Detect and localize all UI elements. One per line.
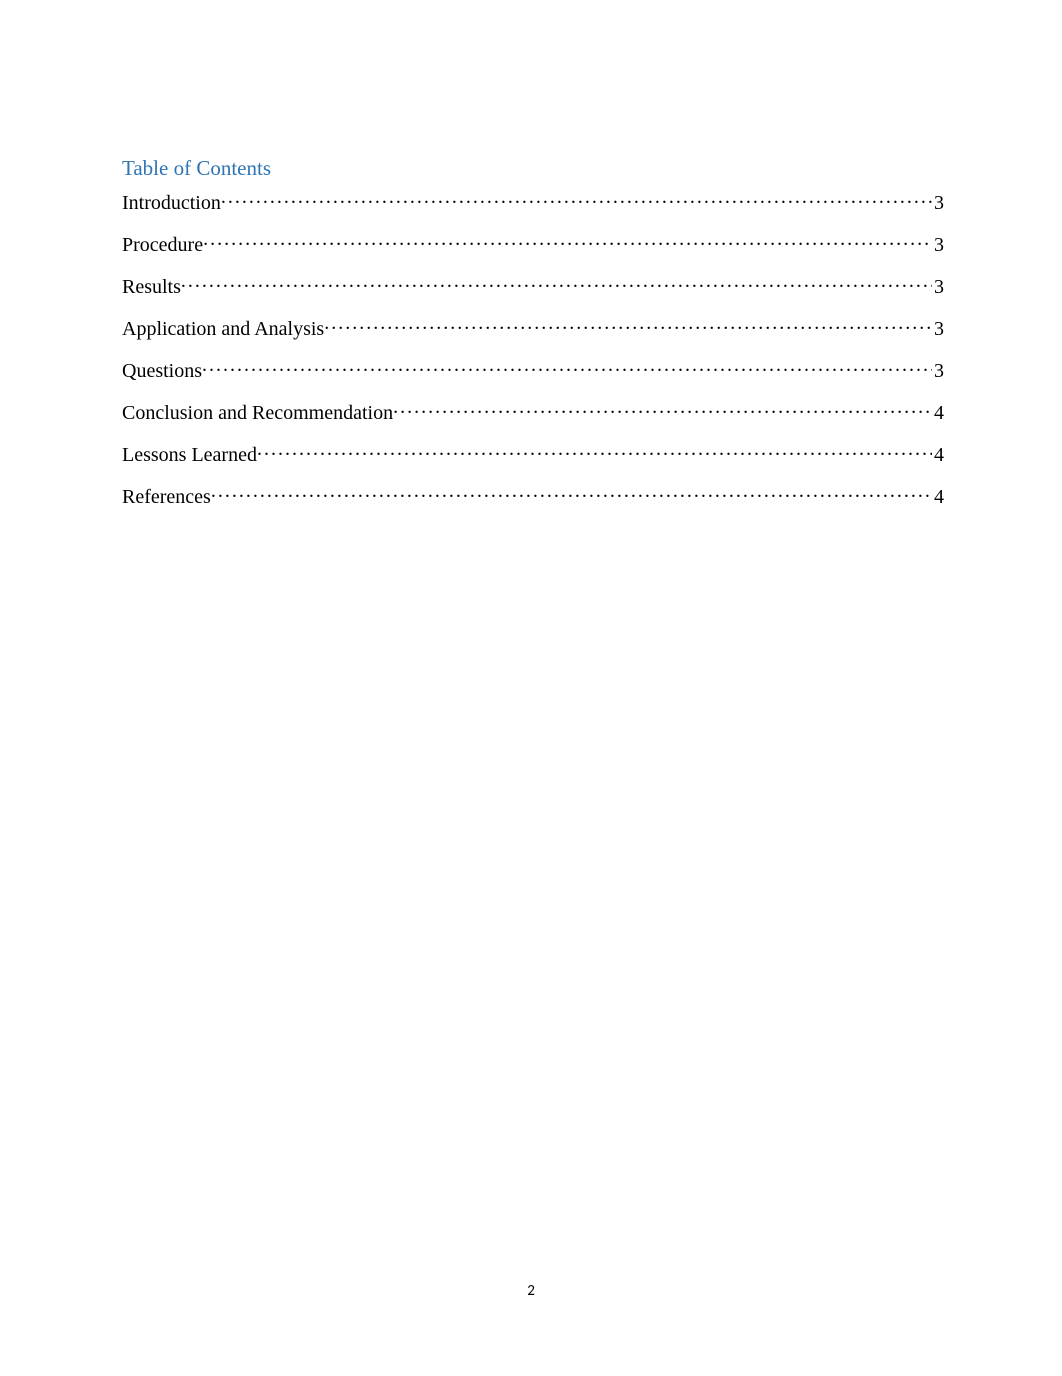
- toc-list: Introduction 3 Procedure 3 Results 3 App…: [122, 185, 944, 509]
- toc-entry-label: Introduction: [122, 192, 221, 215]
- toc-entry-label: Questions: [122, 360, 202, 383]
- toc-entry-page: 3: [932, 276, 944, 299]
- toc-entry-page: 4: [932, 402, 944, 425]
- toc-dot-leader: [203, 227, 932, 251]
- toc-entry-page: 4: [932, 486, 944, 509]
- toc-dot-leader: [257, 437, 932, 461]
- toc-entry[interactable]: Application and Analysis 3: [122, 311, 944, 341]
- toc-entry[interactable]: Results 3: [122, 269, 944, 299]
- toc-entry-label: Lessons Learned: [122, 444, 257, 467]
- toc-entry-page: 3: [932, 360, 944, 383]
- page-number: 2: [0, 1282, 1062, 1300]
- toc-entry-label: Results: [122, 276, 181, 299]
- toc-dot-leader: [181, 269, 932, 293]
- toc-entry[interactable]: Lessons Learned 4: [122, 437, 944, 467]
- toc-heading: Table of Contents: [122, 156, 944, 181]
- toc-dot-leader: [324, 311, 932, 335]
- toc-entry-label: References: [122, 486, 211, 509]
- toc-dot-leader: [393, 395, 932, 419]
- toc-dot-leader: [221, 185, 932, 209]
- toc-entry[interactable]: References 4: [122, 479, 944, 509]
- toc-entry-page: 3: [932, 318, 944, 341]
- toc-entry-page: 4: [932, 444, 944, 467]
- toc-entry[interactable]: Questions 3: [122, 353, 944, 383]
- toc-entry-label: Application and Analysis: [122, 318, 324, 341]
- toc-entry-page: 3: [932, 234, 944, 257]
- toc-dot-leader: [202, 353, 932, 377]
- toc-entry[interactable]: Procedure 3: [122, 227, 944, 257]
- toc-entry-page: 3: [932, 192, 944, 215]
- toc-entry-label: Procedure: [122, 234, 203, 257]
- toc-entry-label: Conclusion and Recommendation: [122, 402, 393, 425]
- toc-entry[interactable]: Introduction 3: [122, 185, 944, 215]
- toc-dot-leader: [211, 479, 932, 503]
- document-page: Table of Contents Introduction 3 Procedu…: [0, 0, 1062, 509]
- toc-entry[interactable]: Conclusion and Recommendation 4: [122, 395, 944, 425]
